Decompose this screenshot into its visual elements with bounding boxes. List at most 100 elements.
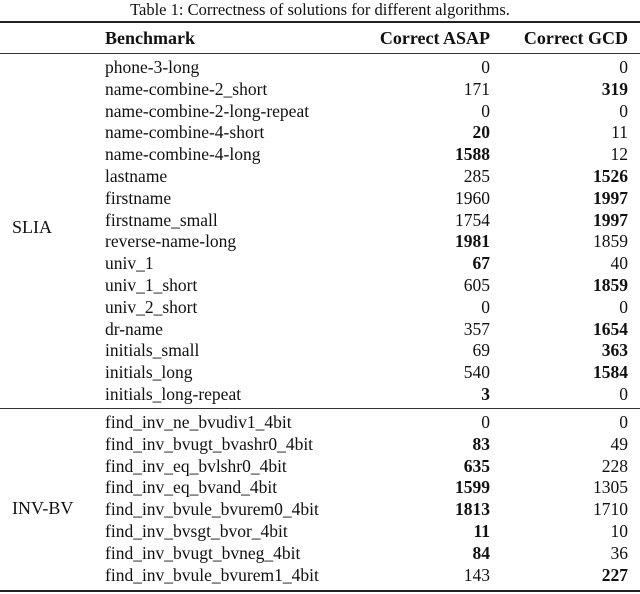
correct-asap-value: 1599 xyxy=(455,477,490,498)
correct-gcd-value: 1997 xyxy=(593,209,628,230)
table-row: phone-3-long 0 0 xyxy=(0,57,640,79)
correct-asap-value: 357 xyxy=(463,318,490,339)
table-row: reverse-name-long 1981 1859 xyxy=(0,231,640,253)
correct-asap-value: 143 xyxy=(463,564,490,585)
correct-asap-value: 605 xyxy=(463,274,490,295)
correct-asap-value: 20 xyxy=(472,122,491,143)
table-row: dr-name 357 1654 xyxy=(0,319,640,341)
table-row: lastname 285 1526 xyxy=(0,166,640,188)
benchmark-name: find_inv_eq_bvlshr0_4bit xyxy=(105,455,287,476)
group-slia: SLIA phone-3-long 0 0 name-combine-2_short 1… xyxy=(0,57,640,406)
benchmark-name: name-combine-2_short xyxy=(105,78,268,99)
table-row: name-combine-2_short 171 319 xyxy=(0,79,640,101)
benchmark-name: dr-name xyxy=(105,318,163,339)
correct-gcd-value: 1859 xyxy=(593,231,628,252)
table-row: univ_1_short 605 1859 xyxy=(0,275,640,297)
correct-gcd-value: 11 xyxy=(611,122,628,143)
table-row: univ_1 67 40 xyxy=(0,253,640,275)
benchmark-name: find_inv_bvugt_bvashr0_4bit xyxy=(105,433,314,454)
group-rows: find_inv_ne_bvudiv1_4bit 0 0 find_inv_bvugt… xyxy=(0,412,640,586)
benchmark-name: find_inv_bvule_bvurem0_4bit xyxy=(105,499,319,520)
benchmark-name: find_inv_ne_bvudiv1_4bit xyxy=(105,412,292,432)
benchmark-name: univ_1 xyxy=(105,253,154,274)
table-row: initials_small 69 363 xyxy=(0,340,640,362)
benchmark-name: initials_long-repeat xyxy=(105,383,242,404)
correct-gcd-value: 0 xyxy=(619,383,628,404)
correct-asap-value: 84 xyxy=(472,542,491,563)
correct-gcd-value: 228 xyxy=(601,455,628,476)
correct-gcd-value: 0 xyxy=(619,296,628,317)
table-row: name-combine-4-short 20 11 xyxy=(0,122,640,144)
correct-asap-value: 67 xyxy=(472,253,491,274)
column-header-correct-asap: Correct ASAP xyxy=(379,28,490,48)
table-row: find_inv_bvule_bvurem1_4bit 143 227 xyxy=(0,565,640,587)
correct-asap-value: 1960 xyxy=(455,187,490,208)
benchmark-name: reverse-name-long xyxy=(105,231,237,252)
benchmark-name: initials_long xyxy=(105,362,193,383)
table-caption: Table 1: Correctness of solutions for di… xyxy=(130,0,510,19)
correct-gcd-value: 0 xyxy=(619,100,628,121)
benchmark-name: find_inv_bvugt_bvneg_4bit xyxy=(105,542,301,563)
correct-gcd-value: 12 xyxy=(610,144,629,165)
group-separator-rule xyxy=(0,408,640,409)
column-header-benchmark: Benchmark xyxy=(105,28,195,48)
correct-gcd-value: 0 xyxy=(619,412,628,432)
benchmark-name: name-combine-4-short xyxy=(105,122,265,143)
correct-asap-value: 1981 xyxy=(455,231,490,252)
correct-gcd-value: 10 xyxy=(610,520,629,541)
benchmark-name: firstname xyxy=(105,187,172,208)
correct-asap-value: 635 xyxy=(463,455,490,476)
correct-gcd-value: 1859 xyxy=(593,274,628,295)
table-row: firstname_small 1754 1997 xyxy=(0,210,640,232)
correct-asap-value: 11 xyxy=(473,520,490,541)
benchmark-name: lastname xyxy=(105,165,168,186)
header-rule xyxy=(0,53,640,54)
benchmark-name: initials_small xyxy=(105,340,200,361)
table-row: find_inv_bvugt_bvneg_4bit 84 36 xyxy=(0,543,640,565)
table-row: find_inv_ne_bvudiv1_4bit 0 0 xyxy=(0,412,640,434)
correct-asap-value: 0 xyxy=(481,412,490,432)
correct-gcd-value: 49 xyxy=(610,433,629,454)
benchmark-name: firstname_small xyxy=(105,209,218,230)
correct-asap-value: 0 xyxy=(481,296,490,317)
correct-gcd-value: 1305 xyxy=(593,477,628,498)
table-row: initials_long-repeat 3 0 xyxy=(0,384,640,406)
benchmark-name: phone-3-long xyxy=(105,57,200,77)
table-row: name-combine-4-long 1588 12 xyxy=(0,144,640,166)
correct-gcd-value: 227 xyxy=(601,564,628,585)
benchmark-name: univ_1_short xyxy=(105,274,198,295)
table-row: find_inv_bvugt_bvashr0_4bit 83 49 xyxy=(0,434,640,456)
correct-gcd-value: 1997 xyxy=(593,187,628,208)
benchmark-name: univ_2_short xyxy=(105,296,198,317)
benchmark-name: find_inv_eq_bvand_4bit xyxy=(105,477,278,498)
correct-asap-value: 83 xyxy=(472,433,491,454)
column-header-correct-gcd: Correct GCD xyxy=(523,28,628,48)
bottom-rule xyxy=(0,590,640,592)
table-row: name-combine-2-long-repeat 0 0 xyxy=(0,101,640,123)
correct-asap-value: 0 xyxy=(481,100,490,121)
correct-asap-value: 1754 xyxy=(455,209,490,230)
correct-asap-value: 69 xyxy=(472,340,491,361)
benchmark-name: find_inv_bvsgt_bvor_4bit xyxy=(105,520,288,541)
correct-gcd-value: 1526 xyxy=(593,165,628,186)
group-inv-bv: INV-BV find_inv_ne_bvudiv1_4bit 0 0 find_in… xyxy=(0,412,640,586)
correct-asap-value: 171 xyxy=(463,78,490,99)
benchmark-name: name-combine-4-long xyxy=(105,144,261,165)
table-row: find_inv_eq_bvand_4bit 1599 1305 xyxy=(0,477,640,499)
correct-gcd-value: 363 xyxy=(601,340,628,361)
correct-asap-value: 1813 xyxy=(455,499,490,520)
table-row: univ_2_short 0 0 xyxy=(0,297,640,319)
correct-gcd-value: 0 xyxy=(619,57,628,77)
correct-asap-value: 1588 xyxy=(455,144,490,165)
benchmark-name: name-combine-2-long-repeat xyxy=(105,100,310,121)
table-row: find_inv_eq_bvlshr0_4bit 635 228 xyxy=(0,456,640,478)
correct-gcd-value: 40 xyxy=(610,253,629,274)
benchmark-name: find_inv_bvule_bvurem1_4bit xyxy=(105,564,319,585)
correct-gcd-value: 1710 xyxy=(593,499,628,520)
table-row: find_inv_bvule_bvurem0_4bit 1813 1710 xyxy=(0,499,640,521)
table-row: find_inv_bvsgt_bvor_4bit 11 10 xyxy=(0,521,640,543)
table-row: firstname 1960 1997 xyxy=(0,188,640,210)
correct-gcd-value: 1654 xyxy=(593,318,628,339)
table-header: Benchmark Correct ASAP Correct GCD xyxy=(0,23,640,53)
correct-gcd-value: 36 xyxy=(610,542,629,563)
